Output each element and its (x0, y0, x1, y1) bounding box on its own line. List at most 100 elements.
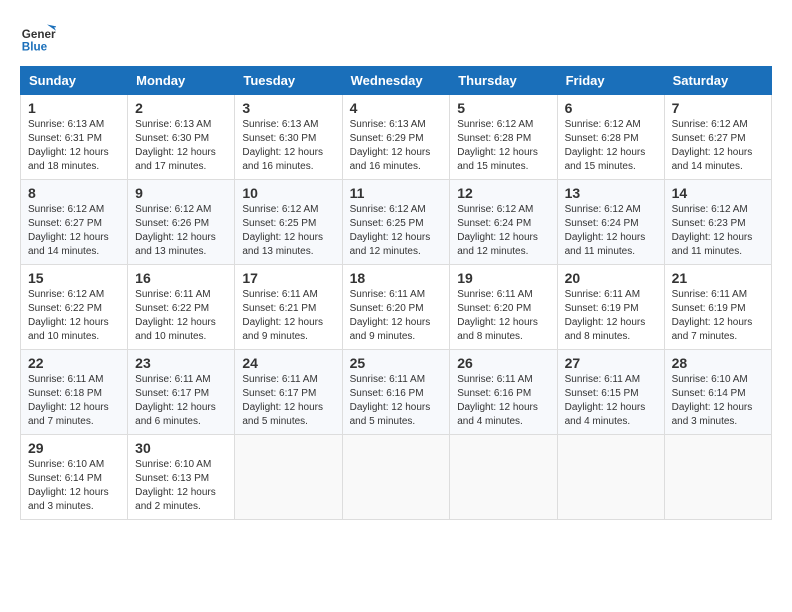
svg-text:General: General (22, 28, 56, 41)
calendar-cell (235, 435, 342, 520)
calendar-cell (450, 435, 557, 520)
weekday-header: Monday (128, 67, 235, 95)
calendar-cell: 12 Sunrise: 6:12 AM Sunset: 6:24 PM Dayli… (450, 180, 557, 265)
header: General Blue (20, 20, 772, 56)
calendar-cell: 18 Sunrise: 6:11 AM Sunset: 6:20 PM Dayli… (342, 265, 450, 350)
day-info: Sunrise: 6:13 AM Sunset: 6:29 PM Dayligh… (350, 118, 443, 174)
day-info: Sunrise: 6:12 AM Sunset: 6:24 PM Dayligh… (565, 203, 657, 259)
calendar-cell: 27Sunrise: 6:11 AM Sunset: 6:15 PM Dayli… (557, 350, 664, 435)
day-info: Sunrise: 6:13 AM Sunset: 6:30 PM Dayligh… (135, 118, 227, 174)
day-number: 3 (242, 100, 334, 116)
calendar-week-row: 1 Sunrise: 6:13 AM Sunset: 6:31 PM Daylig… (21, 95, 772, 180)
calendar: SundayMondayTuesdayWednesdayThursdayFrid… (20, 66, 772, 520)
day-info: Sunrise: 6:11 AM Sunset: 6:16 PM Dayligh… (457, 373, 549, 429)
day-info: Sunrise: 6:11 AM Sunset: 6:15 PM Dayligh… (565, 373, 657, 429)
day-number: 2 (135, 100, 227, 116)
day-number: 10 (242, 185, 334, 201)
day-info: Sunrise: 6:10 AM Sunset: 6:14 PM Dayligh… (672, 373, 764, 429)
logo: General Blue (20, 20, 60, 56)
calendar-cell (557, 435, 664, 520)
calendar-cell: 29 Sunrise: 6:10 AM Sunset: 6:14 PM Dayli… (21, 435, 128, 520)
day-number: 16 (135, 270, 227, 286)
calendar-week-row: 8Sunrise: 6:12 AM Sunset: 6:27 PM Daylig… (21, 180, 772, 265)
day-number: 24 (242, 355, 334, 371)
day-number: 15 (28, 270, 120, 286)
day-number: 5 (457, 100, 549, 116)
calendar-week-row: 22 Sunrise: 6:11 AM Sunset: 6:18 PM Dayli… (21, 350, 772, 435)
calendar-cell: 28 Sunrise: 6:10 AM Sunset: 6:14 PM Dayli… (664, 350, 771, 435)
day-info: Sunrise: 6:11 AM Sunset: 6:17 PM Dayligh… (135, 373, 227, 429)
day-info: Sunrise: 6:11 AM Sunset: 6:21 PM Dayligh… (242, 288, 334, 344)
weekday-header: Sunday (21, 67, 128, 95)
day-info: Sunrise: 6:13 AM Sunset: 6:31 PM Dayligh… (28, 118, 120, 174)
calendar-cell: 13 Sunrise: 6:12 AM Sunset: 6:24 PM Dayli… (557, 180, 664, 265)
calendar-cell: 25Sunrise: 6:11 AM Sunset: 6:16 PM Dayli… (342, 350, 450, 435)
day-number: 22 (28, 355, 120, 371)
day-info: Sunrise: 6:12 AM Sunset: 6:25 PM Dayligh… (350, 203, 443, 259)
day-number: 6 (565, 100, 657, 116)
calendar-cell: 15Sunrise: 6:12 AM Sunset: 6:22 PM Dayli… (21, 265, 128, 350)
calendar-cell: 30 Sunrise: 6:10 AM Sunset: 6:13 PM Dayli… (128, 435, 235, 520)
calendar-cell: 6 Sunrise: 6:12 AM Sunset: 6:28 PM Daylig… (557, 95, 664, 180)
calendar-cell: 20 Sunrise: 6:11 AM Sunset: 6:19 PM Dayli… (557, 265, 664, 350)
calendar-cell: 17 Sunrise: 6:11 AM Sunset: 6:21 PM Dayli… (235, 265, 342, 350)
calendar-cell: 23 Sunrise: 6:11 AM Sunset: 6:17 PM Dayli… (128, 350, 235, 435)
day-number: 8 (28, 185, 120, 201)
day-info: Sunrise: 6:12 AM Sunset: 6:26 PM Dayligh… (135, 203, 227, 259)
calendar-cell (664, 435, 771, 520)
day-info: Sunrise: 6:11 AM Sunset: 6:19 PM Dayligh… (672, 288, 764, 344)
day-number: 17 (242, 270, 334, 286)
day-info: Sunrise: 6:12 AM Sunset: 6:27 PM Dayligh… (672, 118, 764, 174)
calendar-cell: 1 Sunrise: 6:13 AM Sunset: 6:31 PM Daylig… (21, 95, 128, 180)
weekday-header: Thursday (450, 67, 557, 95)
day-number: 21 (672, 270, 764, 286)
day-number: 13 (565, 185, 657, 201)
day-number: 12 (457, 185, 549, 201)
calendar-week-row: 15Sunrise: 6:12 AM Sunset: 6:22 PM Dayli… (21, 265, 772, 350)
day-info: Sunrise: 6:11 AM Sunset: 6:19 PM Dayligh… (565, 288, 657, 344)
day-number: 9 (135, 185, 227, 201)
day-info: Sunrise: 6:11 AM Sunset: 6:20 PM Dayligh… (457, 288, 549, 344)
calendar-cell: 16 Sunrise: 6:11 AM Sunset: 6:22 PM Dayli… (128, 265, 235, 350)
calendar-cell: 21 Sunrise: 6:11 AM Sunset: 6:19 PM Dayli… (664, 265, 771, 350)
day-number: 23 (135, 355, 227, 371)
calendar-cell: 8Sunrise: 6:12 AM Sunset: 6:27 PM Daylig… (21, 180, 128, 265)
weekday-header: Wednesday (342, 67, 450, 95)
calendar-cell: 22 Sunrise: 6:11 AM Sunset: 6:18 PM Dayli… (21, 350, 128, 435)
calendar-cell: 4Sunrise: 6:13 AM Sunset: 6:29 PM Daylig… (342, 95, 450, 180)
day-info: Sunrise: 6:10 AM Sunset: 6:14 PM Dayligh… (28, 458, 120, 514)
day-info: Sunrise: 6:11 AM Sunset: 6:18 PM Dayligh… (28, 373, 120, 429)
day-number: 14 (672, 185, 764, 201)
day-number: 1 (28, 100, 120, 116)
day-number: 29 (28, 440, 120, 456)
day-number: 18 (350, 270, 443, 286)
calendar-cell: 3 Sunrise: 6:13 AM Sunset: 6:30 PM Daylig… (235, 95, 342, 180)
day-info: Sunrise: 6:11 AM Sunset: 6:16 PM Dayligh… (350, 373, 443, 429)
day-info: Sunrise: 6:13 AM Sunset: 6:30 PM Dayligh… (242, 118, 334, 174)
day-info: Sunrise: 6:11 AM Sunset: 6:17 PM Dayligh… (242, 373, 334, 429)
day-number: 11 (350, 185, 443, 201)
day-info: Sunrise: 6:10 AM Sunset: 6:13 PM Dayligh… (135, 458, 227, 514)
day-info: Sunrise: 6:12 AM Sunset: 6:28 PM Dayligh… (457, 118, 549, 174)
svg-text:Blue: Blue (22, 41, 48, 54)
calendar-cell: 10Sunrise: 6:12 AM Sunset: 6:25 PM Dayli… (235, 180, 342, 265)
day-info: Sunrise: 6:11 AM Sunset: 6:22 PM Dayligh… (135, 288, 227, 344)
day-number: 20 (565, 270, 657, 286)
calendar-week-row: 29 Sunrise: 6:10 AM Sunset: 6:14 PM Dayli… (21, 435, 772, 520)
day-info: Sunrise: 6:12 AM Sunset: 6:23 PM Dayligh… (672, 203, 764, 259)
day-info: Sunrise: 6:12 AM Sunset: 6:28 PM Dayligh… (565, 118, 657, 174)
day-number: 26 (457, 355, 549, 371)
day-number: 28 (672, 355, 764, 371)
weekday-header: Friday (557, 67, 664, 95)
logo-icon: General Blue (20, 20, 56, 56)
day-info: Sunrise: 6:12 AM Sunset: 6:24 PM Dayligh… (457, 203, 549, 259)
calendar-cell: 19Sunrise: 6:11 AM Sunset: 6:20 PM Dayli… (450, 265, 557, 350)
weekday-header: Tuesday (235, 67, 342, 95)
calendar-cell: 7 Sunrise: 6:12 AM Sunset: 6:27 PM Daylig… (664, 95, 771, 180)
weekday-header: Saturday (664, 67, 771, 95)
day-info: Sunrise: 6:11 AM Sunset: 6:20 PM Dayligh… (350, 288, 443, 344)
calendar-cell: 2 Sunrise: 6:13 AM Sunset: 6:30 PM Daylig… (128, 95, 235, 180)
day-number: 30 (135, 440, 227, 456)
day-number: 7 (672, 100, 764, 116)
calendar-cell: 24 Sunrise: 6:11 AM Sunset: 6:17 PM Dayli… (235, 350, 342, 435)
